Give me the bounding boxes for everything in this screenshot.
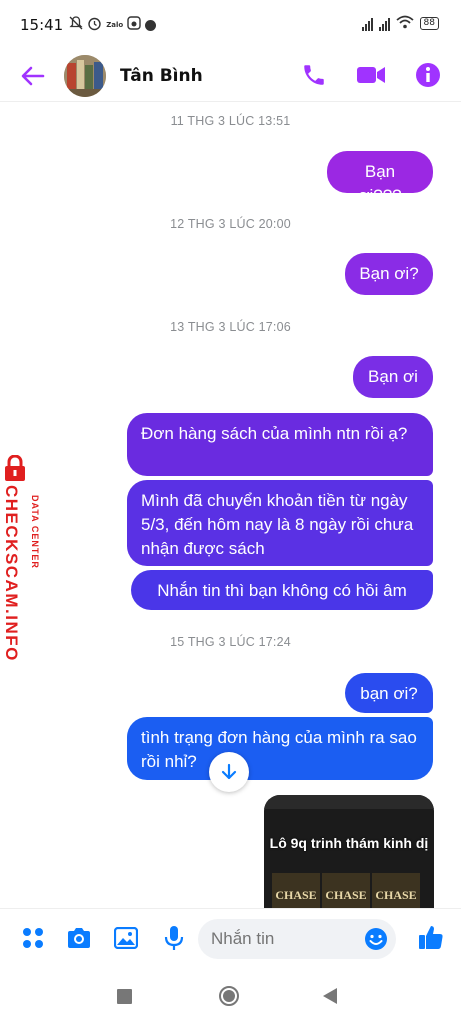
message-timestamp: 12 THG 3 LÚC 20:00	[170, 217, 291, 231]
status-right: 88	[361, 14, 439, 33]
phone-call-button[interactable]	[301, 62, 327, 92]
info-icon	[416, 63, 440, 87]
back-arrow-icon	[21, 66, 45, 85]
battery-icon: 88	[419, 17, 439, 30]
status-bar: 15:41 Zalo 88	[0, 0, 461, 50]
book-cover: CHASE	[372, 873, 420, 908]
message-list[interactable]: 11 THG 3 LÚC 13:51 Bạn ơi??? 12 THG 3 LÚ…	[0, 103, 461, 908]
voice-button[interactable]	[161, 925, 187, 951]
book-cover: CHASE	[322, 873, 370, 908]
status-notification-icons: Zalo	[69, 16, 157, 35]
message-bubble[interactable]: Bạn ơi	[353, 356, 433, 398]
message-input-box[interactable]	[198, 919, 396, 959]
grid-dots-icon	[23, 928, 43, 948]
wifi-icon	[395, 14, 414, 33]
back-button[interactable]	[20, 63, 46, 89]
image-status-bar	[264, 795, 434, 809]
message-bubble[interactable]: Đơn hàng sách của mình ntn rồi ạ?	[127, 413, 433, 476]
watermark-brand: CHECKSCAM.INFO	[2, 485, 21, 662]
message-bubble[interactable]: bạn ơi?	[345, 673, 433, 713]
image-icon	[114, 927, 138, 949]
microphone-icon	[164, 926, 184, 950]
message-bubble[interactable]: Bạn ơi?	[345, 253, 433, 295]
message-bubble[interactable]: Mình đã chuyển khoản tiền từ ngày 5/3, đ…	[127, 480, 433, 566]
book-cover: CHASE	[272, 873, 320, 908]
alarm-icon	[87, 16, 102, 35]
chat-header: Tân Bình	[0, 50, 461, 102]
more-actions-button[interactable]	[20, 925, 46, 951]
video-camera-icon	[357, 67, 385, 83]
image-message[interactable]: Lô 9q trinh thám kinh dị CHASE CHASE CHA…	[264, 795, 434, 908]
app-notification-icon	[127, 16, 141, 34]
bell-off-icon	[69, 16, 83, 34]
thumbs-up-icon	[419, 926, 443, 949]
header-actions	[301, 62, 441, 92]
message-composer	[0, 908, 461, 968]
zalo-icon: Zalo	[106, 21, 124, 29]
message-bubble[interactable]: Bạn ơi???	[327, 151, 433, 205]
camera-indicator-icon	[145, 19, 157, 31]
home-button[interactable]	[219, 986, 239, 1006]
camera-button[interactable]	[66, 925, 92, 951]
scroll-to-bottom-button[interactable]	[209, 752, 249, 792]
message-timestamp: 15 THG 3 LÚC 17:24	[170, 635, 291, 649]
system-nav-bar	[0, 968, 461, 1024]
recent-apps-button[interactable]	[117, 989, 132, 1004]
message-input[interactable]	[211, 929, 361, 949]
like-button[interactable]	[417, 923, 445, 951]
emoji-button[interactable]	[364, 927, 388, 951]
image-caption: Lô 9q trinh thám kinh dị	[269, 835, 429, 851]
signal-icon	[361, 17, 373, 31]
contact-name[interactable]: Tân Bình	[120, 66, 203, 86]
info-button[interactable]	[415, 62, 441, 92]
watermark-sub: DATA CENTER	[30, 495, 40, 569]
signal-2-icon	[378, 17, 390, 31]
video-call-button[interactable]	[356, 64, 386, 90]
system-back-button[interactable]	[323, 988, 337, 1004]
message-timestamp: 13 THG 3 LÚC 17:06	[170, 320, 291, 334]
smiley-icon	[365, 928, 387, 950]
image-books: CHASE CHASE CHASE	[264, 873, 434, 908]
avatar[interactable]	[64, 54, 106, 97]
camera-icon	[68, 928, 90, 948]
phone-icon	[304, 65, 324, 85]
message-timestamp: 11 THG 3 LÚC 13:51	[170, 114, 291, 128]
gallery-button[interactable]	[113, 925, 139, 951]
message-bubble[interactable]: tình trạng đơn hàng của mình ra sao rồi …	[127, 717, 433, 780]
lock-icon	[5, 455, 25, 481]
watermark: CHECKSCAM.INFO DATA CENTER	[2, 455, 50, 675]
status-time: 15:41	[20, 16, 64, 34]
message-bubble[interactable]: Nhắn tin thì bạn không có hồi âm	[131, 570, 433, 610]
arrow-down-icon	[221, 763, 237, 780]
